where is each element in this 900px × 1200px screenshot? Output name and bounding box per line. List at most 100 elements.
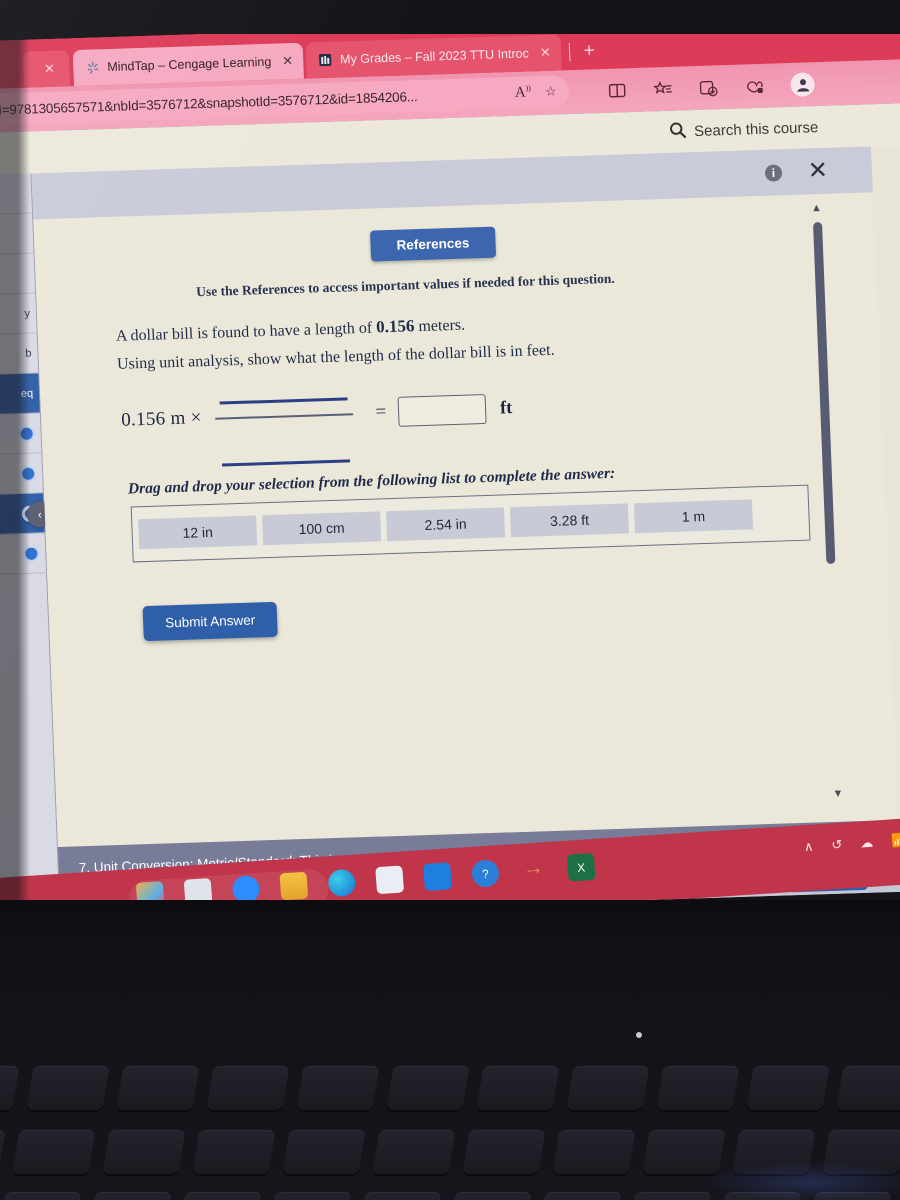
fraction [215,397,354,467]
key [746,1066,830,1110]
answer-unit: ft [499,397,513,418]
key [268,1192,352,1200]
help-icon[interactable]: ? [470,859,500,888]
dragdrop-option-0[interactable]: 12 in [138,515,258,550]
references-button[interactable]: References [369,226,496,262]
excel-icon[interactable]: X [566,852,596,882]
key [386,1066,470,1110]
split-screen-icon[interactable] [606,80,627,101]
sidebar-item-1[interactable] [0,213,34,256]
fraction-bar [215,413,354,420]
sidebar-item-label: b [25,347,32,360]
keyboard-led [636,1032,642,1038]
submit-answer-button[interactable]: Submit Answer [142,601,278,642]
key [462,1130,546,1174]
edge-icon[interactable] [327,868,357,898]
key [192,1130,276,1174]
tab-title: My Grades – Fall 2023 TTU Introc [339,46,530,67]
dragdrop-option-2[interactable]: 2.54 in [386,507,506,542]
equals-sign: = [375,400,387,423]
dragdrop-items: 12 in 100 cm 2.54 in 3.28 ft 1 m [132,486,810,562]
sidebar-item-4[interactable]: b [0,333,39,376]
tab-close-icon[interactable]: ✕ [539,45,551,61]
health-icon[interactable] [423,862,452,892]
url-text: ISBN=9781305657571&nbId=3576712&snapshot… [0,88,418,118]
key [178,1192,262,1200]
sidebar-item-7[interactable] [0,453,44,496]
status-dot-icon [23,544,40,562]
laptop-photo: ✕ MindTap – Cengage Learning ✕ My Grades… [0,0,900,1200]
key [102,1130,186,1174]
sidebar-item-3[interactable]: y [0,293,37,336]
prompt-text-a: A dollar bill is found to have a length … [115,319,377,345]
profile-avatar-icon[interactable] [790,72,816,97]
sidebar-item-9[interactable] [0,533,47,576]
omnibox-icons: A)) ☆ [514,83,557,102]
key [476,1066,560,1110]
dragdrop-option-4[interactable]: 1 m [633,499,753,534]
key [552,1130,636,1174]
new-tab-button[interactable]: + [583,40,595,62]
info-icon[interactable]: i [764,163,783,182]
blackboard-icon [318,52,334,67]
close-icon[interactable]: ✕ [807,157,828,185]
key [0,1066,20,1110]
sidebar-item-0[interactable] [0,173,33,216]
key [448,1192,532,1200]
onedrive-sync-icon[interactable]: ↺ [831,837,843,854]
tab-divider [568,43,571,62]
sidebar-item-6[interactable] [0,413,42,456]
laptop-keyboard [0,900,900,1200]
tab-title: MindTap – Cengage Learning [107,54,272,75]
browser-essentials-icon[interactable] [744,76,765,97]
key [26,1066,110,1110]
tab-close-icon[interactable]: ✕ [282,53,294,69]
key [116,1066,200,1110]
collections-icon[interactable] [698,77,719,98]
prompt-value: 0.156 [375,316,415,337]
laptop-screen: ✕ MindTap – Cengage Learning ✕ My Grades… [0,10,900,921]
dragdrop-option-1[interactable]: 100 cm [262,511,382,546]
key [836,1066,900,1110]
sidebar-item-2[interactable] [0,253,36,296]
key [566,1066,650,1110]
store-icon[interactable] [375,865,405,895]
key [88,1192,172,1200]
trackpad-glow [700,1162,900,1200]
browser-toolbar [606,72,816,103]
dragdrop-option-3[interactable]: 3.28 ft [509,503,630,538]
bezel-top [0,0,900,34]
key [12,1130,96,1174]
mindtap-page: Search this course y b eq ‹ i ✕ ▲ ▼ Refe… [0,102,900,921]
status-dot-icon [18,425,35,442]
numerator-dropzone[interactable] [220,397,349,405]
file-explorer-icon[interactable] [279,871,309,901]
system-tray: ∧ ↺ ☁ 📶 ⧸x ⏻ [803,829,900,855]
status-dot-icon [19,465,37,482]
sidebar-item-label: eq [20,387,34,400]
search-icon [669,121,687,143]
answer-input[interactable] [397,393,487,427]
mindtap-icon [85,60,101,75]
key [0,1192,82,1200]
key [538,1192,622,1200]
question-content: References Use the References to access … [33,194,849,847]
downloads-icon[interactable]: ⤍ [519,856,548,885]
search-this-course-button[interactable]: Search this course [669,117,819,143]
add-favorite-icon[interactable]: ☆ [545,84,557,100]
key [372,1130,456,1174]
read-aloud-icon[interactable]: A)) [514,83,531,102]
favorites-icon[interactable] [652,79,673,100]
sidebar-item-label: y [24,307,31,320]
tab-close-icon[interactable]: ✕ [44,61,56,77]
tab-partial[interactable]: ✕ [22,50,71,88]
equation-row: 0.156 m × = ft [121,392,513,467]
denominator-dropzone[interactable] [222,459,351,467]
key [206,1066,290,1110]
cloud-icon[interactable]: ☁ [860,835,874,852]
dragdrop-palette: 12 in 100 cm 2.54 in 3.28 ft 1 m [130,484,811,563]
sidebar-item-5[interactable]: eq [0,373,40,416]
show-hidden-icons-icon[interactable]: ∧ [803,839,814,856]
wifi-icon[interactable]: 📶 [891,832,900,849]
question-prompt: A dollar bill is found to have a length … [115,300,777,379]
